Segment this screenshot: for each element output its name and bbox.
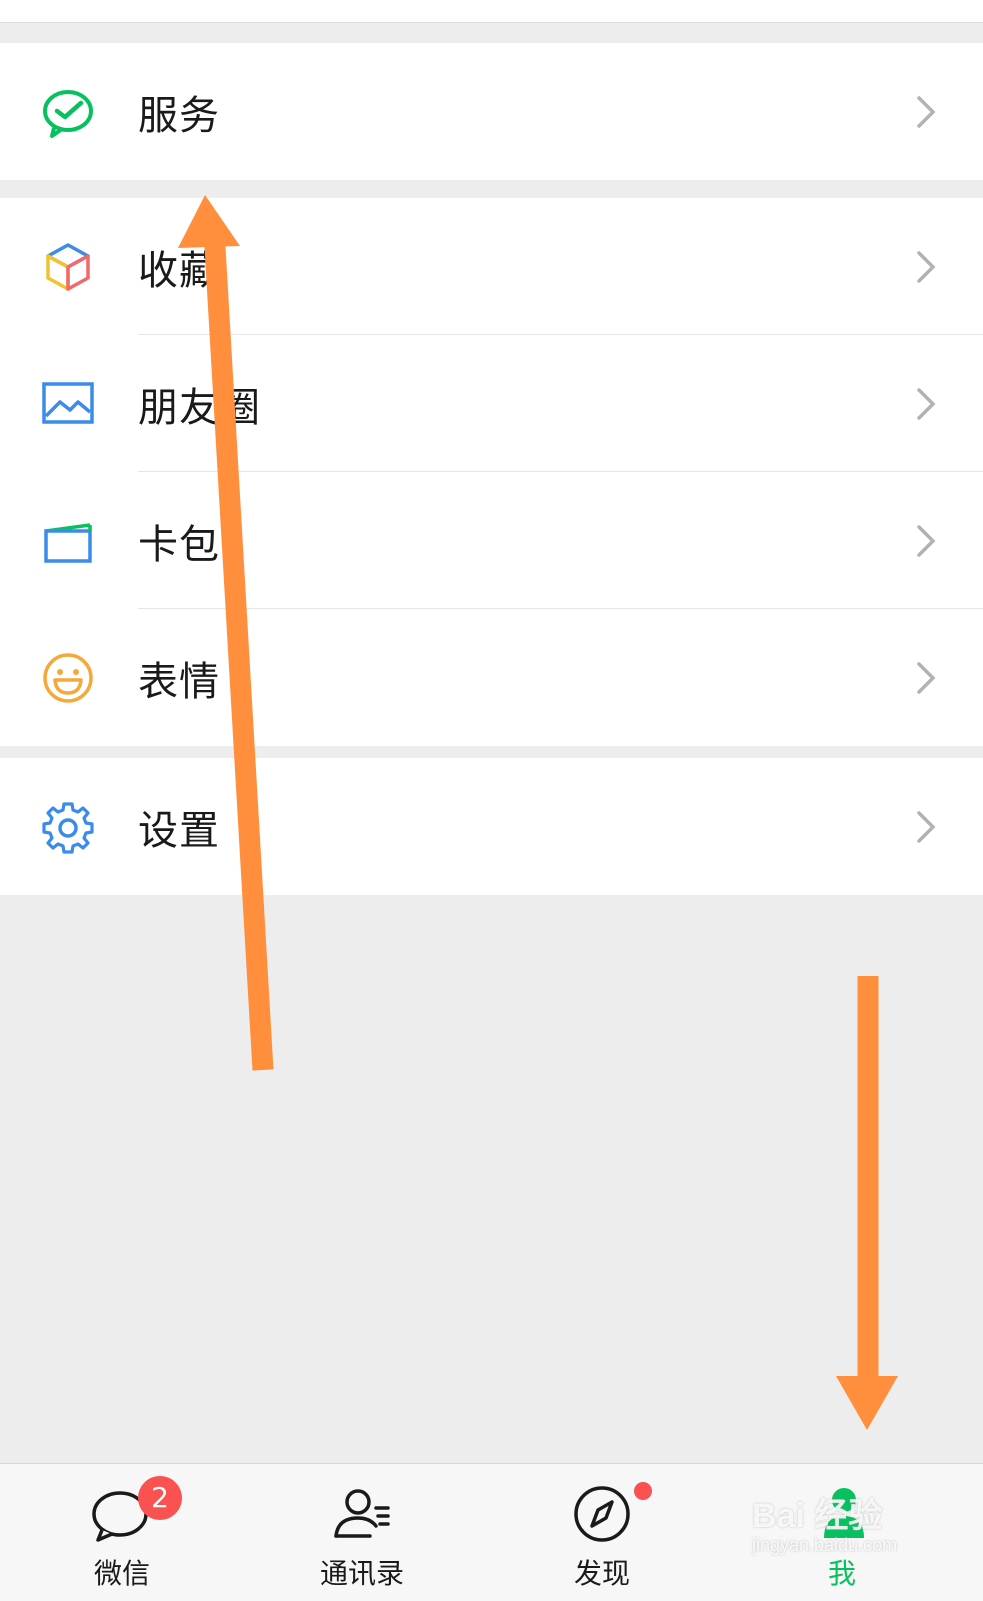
- person-icon: [810, 1482, 874, 1546]
- cube-favorites-icon: [40, 239, 96, 295]
- chevron-right-icon: [917, 387, 936, 420]
- tab-label: 微信: [93, 1557, 150, 1590]
- tab-chats[interactable]: 2 微信: [42, 1464, 202, 1601]
- group-personal: 收藏 朋友圈 卡包 表情: [0, 198, 983, 746]
- menu-item-label: 朋友圈: [138, 384, 261, 431]
- chevron-right-icon: [917, 810, 936, 843]
- chevron-right-icon: [917, 95, 936, 128]
- chevron-right-icon: [917, 250, 936, 283]
- menu-item-services[interactable]: 服务: [0, 43, 983, 180]
- tab-contacts[interactable]: 通讯录: [282, 1464, 442, 1601]
- group-services: 服务: [0, 43, 983, 180]
- menu-item-card-wallet[interactable]: 卡包: [0, 472, 983, 609]
- tab-me[interactable]: 我: [762, 1464, 922, 1601]
- unread-badge: 2: [138, 1476, 182, 1520]
- new-content-dot: [634, 1482, 652, 1500]
- menu-item-favorites[interactable]: 收藏: [0, 198, 983, 335]
- menu-item-label: 服务: [138, 92, 220, 139]
- menu-item-settings[interactable]: 设置: [0, 758, 983, 895]
- contacts-icon: [330, 1482, 394, 1546]
- menu-item-moments[interactable]: 朋友圈: [0, 335, 983, 472]
- annotation-arrow-down: [836, 976, 898, 1430]
- chevron-right-icon: [917, 661, 936, 694]
- gear-icon: [40, 799, 96, 855]
- bottom-tab-bar: 2 微信 通讯录 发现 我: [0, 1463, 983, 1601]
- smiley-face-icon: [40, 650, 96, 706]
- menu-item-stickers[interactable]: 表情: [0, 609, 983, 746]
- compass-icon: [570, 1482, 634, 1546]
- menu-item-label: 卡包: [138, 521, 220, 568]
- tab-discover[interactable]: 发现: [522, 1464, 682, 1601]
- tab-label: 我: [827, 1557, 856, 1590]
- top-strip: [0, 0, 983, 23]
- menu-item-label: 设置: [138, 807, 220, 854]
- chevron-right-icon: [917, 524, 936, 557]
- group-settings: 设置: [0, 758, 983, 895]
- wechat-pay-check-icon: [40, 84, 96, 140]
- menu-item-label: 表情: [138, 658, 220, 705]
- tab-label: 发现: [573, 1557, 630, 1590]
- tab-label: 通讯录: [319, 1557, 404, 1590]
- card-wallet-icon: [40, 513, 96, 569]
- landscape-image-icon: [40, 376, 96, 432]
- menu-item-label: 收藏: [138, 247, 220, 294]
